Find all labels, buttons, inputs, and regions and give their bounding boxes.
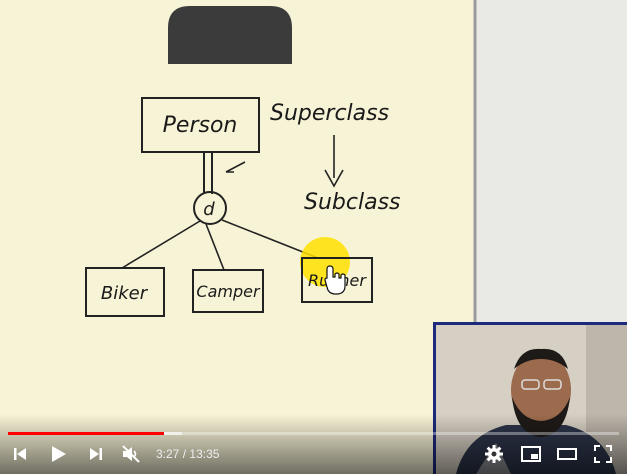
time-separator: / — [182, 447, 187, 461]
theater-mode-button[interactable] — [554, 442, 580, 466]
progress-played — [8, 432, 164, 435]
skip-previous-icon — [14, 448, 26, 460]
fullscreen-icon — [594, 445, 612, 463]
person-label: Person — [163, 113, 238, 138]
video-player[interactable]: Person Superclass Subclass d Biker Campe… — [0, 0, 627, 474]
progress-bar[interactable] — [8, 432, 619, 435]
skip-previous-button[interactable] — [8, 442, 32, 466]
biker-label: Biker — [101, 283, 149, 304]
duration: 13:35 — [189, 447, 220, 461]
camper-label: Camper — [196, 282, 261, 301]
disjoint-symbol: d — [203, 199, 215, 220]
current-time: 3:27 — [156, 447, 180, 461]
subclass-label: Subclass — [304, 190, 401, 215]
volume-muted-icon — [122, 445, 140, 463]
time-display: 3:27 / 13:35 — [156, 446, 219, 462]
miniplayer-button[interactable] — [518, 442, 544, 466]
canvas-margin — [476, 0, 627, 330]
tablet-tab — [168, 6, 292, 64]
miniplayer-icon — [521, 446, 541, 462]
settings-button[interactable] — [482, 442, 506, 466]
play-icon — [52, 446, 66, 462]
skip-next-button[interactable] — [84, 442, 108, 466]
skip-next-icon — [90, 448, 102, 460]
theater-mode-icon — [557, 448, 577, 460]
gear-icon — [485, 445, 503, 463]
superclass-label: Superclass — [270, 101, 389, 126]
play-button[interactable] — [44, 442, 72, 466]
mute-button[interactable] — [118, 442, 144, 466]
fullscreen-button[interactable] — [590, 442, 616, 466]
